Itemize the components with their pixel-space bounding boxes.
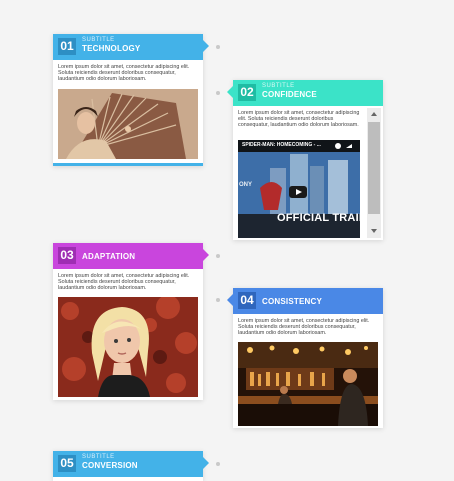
- pointer-arrow-right: [203, 40, 209, 52]
- timeline-card-technology: 01 subtitle TECHNOLOGY Lorem ipsum dolor…: [53, 34, 209, 166]
- scroll-up-arrow-icon[interactable]: [371, 112, 377, 116]
- video-overlay-text: OFFICIAL TRAILER: [277, 212, 360, 224]
- card-title: CONFIDENCE: [262, 90, 317, 99]
- card-title: CONSISTENCY: [262, 297, 322, 306]
- card-image: [58, 297, 198, 397]
- timeline-card-conversion: 05 subtitle CONVERSION: [53, 451, 209, 481]
- card-subtitle: subtitle: [82, 37, 115, 43]
- card-subtitle: subtitle: [262, 83, 295, 89]
- card-body-text: Lorem ipsum dolor sit amet, consectetur …: [58, 273, 190, 292]
- timeline-dot: [216, 462, 220, 466]
- timeline-dot: [216, 298, 220, 302]
- card-number: 01: [58, 38, 76, 55]
- timeline-dot: [216, 91, 220, 95]
- pointer-arrow-left: [227, 86, 233, 98]
- card-image: [58, 89, 198, 159]
- video-title[interactable]: SPIDER-MAN: HOMECOMING - ...: [242, 142, 321, 148]
- card-number: 05: [58, 455, 76, 472]
- card-subtitle: subtitle: [82, 454, 115, 460]
- card-body-text: Lorem ipsum dolor sit amet, consectetur …: [238, 318, 370, 337]
- card-title: CONVERSION: [82, 461, 138, 470]
- pointer-arrow-right: [203, 457, 209, 469]
- clock-icon[interactable]: [335, 143, 341, 149]
- timeline-card-confidence: 02 subtitle CONFIDENCE Lorem ipsum dolor…: [227, 80, 383, 240]
- card-header: 01 subtitle TECHNOLOGY: [53, 34, 209, 60]
- card-title: ADAPTATION: [82, 252, 136, 261]
- card-header: 03 ADAPTATION: [53, 243, 209, 269]
- timeline-card-consistency: 04 CONSISTENCY Lorem ipsum dolor sit ame…: [227, 288, 383, 428]
- card-number: 04: [238, 292, 256, 309]
- card-title: TECHNOLOGY: [82, 44, 141, 53]
- card-header: 02 subtitle CONFIDENCE: [227, 80, 383, 106]
- card-body-text: Lorem ipsum dolor sit amet, consectetur …: [238, 110, 360, 129]
- video-brand: ONY: [239, 182, 253, 188]
- scrollbar-thumb[interactable]: [368, 122, 380, 214]
- timeline-dot: [216, 45, 220, 49]
- card-body-text: Lorem ipsum dolor sit amet, consectetur …: [58, 64, 190, 83]
- scroll-down-arrow-icon[interactable]: [371, 229, 377, 233]
- pointer-arrow-left: [227, 294, 233, 306]
- card-accent-bar: [53, 163, 203, 166]
- pointer-arrow-right: [203, 249, 209, 261]
- card-number: 03: [58, 247, 76, 264]
- card-image: [238, 342, 378, 426]
- card-number: 02: [238, 84, 256, 101]
- video-embed[interactable]: SPIDER-MAN: HOMECOMING - ... ONY OFFICIA…: [238, 140, 360, 238]
- card-header: 05 subtitle CONVERSION: [53, 451, 209, 477]
- card-header: 04 CONSISTENCY: [227, 288, 383, 314]
- timeline-dot: [216, 254, 220, 258]
- scrollbar[interactable]: [367, 108, 381, 238]
- timeline-card-adaptation: 03 ADAPTATION Lorem ipsum dolor sit amet…: [53, 243, 209, 400]
